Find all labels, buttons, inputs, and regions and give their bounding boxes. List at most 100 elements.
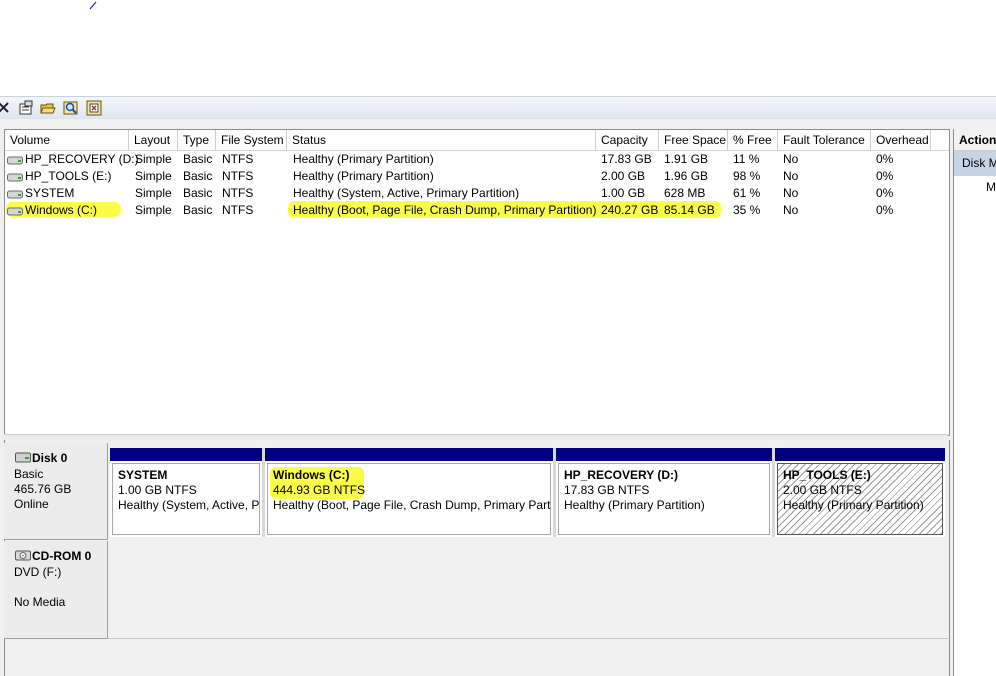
partition-name: SYSTEM xyxy=(118,468,168,482)
disk-size: 465.76 GB xyxy=(14,482,72,496)
open-folder-icon[interactable] xyxy=(40,100,56,116)
partition-body-selected: HP_TOOLS (E:) 2.00 GB NTFS Healthy (Prim… xyxy=(777,463,943,535)
partition-bar xyxy=(110,448,262,461)
cell-layout: Simple xyxy=(135,152,172,166)
list-header: Volume Layout Type File System Status Ca… xyxy=(5,130,949,151)
partition-bar xyxy=(775,448,945,461)
cell-file-system: NTFS xyxy=(222,152,254,166)
cell-free-space: 1.96 GB xyxy=(664,169,709,183)
cell-overhead: 0% xyxy=(876,203,894,217)
cell-capacity: 1.00 GB xyxy=(601,186,646,200)
partition-size: 17.83 GB NTFS xyxy=(564,483,650,497)
partition-status: Healthy (Boot, Page File, Crash Dump, Pr… xyxy=(273,498,551,512)
drive-icon xyxy=(7,173,23,182)
cell-free-space: 628 MB xyxy=(664,186,706,200)
volume-list[interactable]: Volume Layout Type File System Status Ca… xyxy=(4,129,950,436)
cell-volume: HP_TOOLS (E:) xyxy=(25,169,112,183)
pen-mark xyxy=(89,1,97,10)
partition-size: 444.93 GB NTFS xyxy=(273,483,366,497)
cell-percent-free: 35 % xyxy=(733,203,761,217)
partition-name: Windows (C:) xyxy=(273,468,350,482)
cell-volume: HP_RECOVERY (D:) xyxy=(25,152,139,166)
cell-percent-free: 98 % xyxy=(733,169,761,183)
table-row[interactable]: SYSTEM Simple Basic NTFS Healthy (System… xyxy=(5,185,949,202)
column-header-overhead[interactable]: Overhead xyxy=(871,130,931,150)
disk-name: Disk 0 xyxy=(32,451,68,465)
column-header-free-space[interactable]: Free Space xyxy=(659,130,728,150)
partition-status: Healthy (System, Active, P xyxy=(118,498,260,512)
properties-icon[interactable] xyxy=(18,100,34,116)
cell-status: Healthy (Primary Partition) xyxy=(293,169,434,183)
disk-0-label[interactable]: Disk 0 Basic 465.76 GB Online xyxy=(4,443,108,540)
cell-percent-free: 61 % xyxy=(733,186,761,200)
partition-hp-recovery[interactable]: HP_RECOVERY (D:) 17.83 GB NTFS Healthy (… xyxy=(556,448,772,537)
cell-type: Basic xyxy=(183,203,213,217)
cell-overhead: 0% xyxy=(876,152,894,166)
partition-windows[interactable]: Windows (C:) 444.93 GB NTFS Healthy (Boo… xyxy=(265,448,553,537)
column-header-layout[interactable]: Layout xyxy=(129,130,178,150)
column-header-percent-free[interactable]: % Free xyxy=(728,130,778,150)
actions-item-disk-management[interactable]: Disk Management xyxy=(954,151,996,176)
cell-fault-tolerance: No xyxy=(783,203,799,217)
cell-free-space: 85.14 GB xyxy=(664,203,715,217)
table-row[interactable]: HP_TOOLS (E:) Simple Basic NTFS Healthy … xyxy=(5,168,949,185)
cdrom-name: CD-ROM 0 xyxy=(32,549,92,563)
cell-volume: Windows (C:) xyxy=(25,203,98,217)
drive-icon xyxy=(7,190,23,199)
cell-status: Healthy (System, Active, Primary Partiti… xyxy=(293,186,520,200)
cell-type: Basic xyxy=(183,186,213,200)
cell-file-system: NTFS xyxy=(222,203,254,217)
actions-more-actions[interactable]: More Actions xyxy=(986,180,996,195)
row-divider xyxy=(108,638,948,639)
cdrom-0-label[interactable]: CD-ROM 0 DVD (F:) No Media xyxy=(4,541,108,639)
column-header-file-system[interactable]: File System xyxy=(216,130,287,150)
cell-fault-tolerance: No xyxy=(783,169,799,183)
partition-body: HP_RECOVERY (D:) 17.83 GB NTFS Healthy (… xyxy=(558,463,770,535)
column-header-type[interactable]: Type xyxy=(178,130,216,150)
partition-bar xyxy=(556,448,772,461)
drive-icon xyxy=(7,156,23,165)
table-row[interactable]: Windows (C:) Simple Basic NTFS Healthy (… xyxy=(5,202,949,219)
column-header-capacity[interactable]: Capacity xyxy=(596,130,659,150)
partition-name: HP_RECOVERY (D:) xyxy=(564,468,679,482)
cell-status: Healthy (Primary Partition) xyxy=(293,152,434,166)
cell-fault-tolerance: No xyxy=(783,186,799,200)
cell-type: Basic xyxy=(183,152,213,166)
cell-type: Basic xyxy=(183,169,213,183)
cell-percent-free: 11 % xyxy=(733,152,760,166)
partition-body: Windows (C:) 444.93 GB NTFS Healthy (Boo… xyxy=(267,463,551,535)
partition-bar xyxy=(265,448,553,461)
column-header-status[interactable]: Status xyxy=(287,130,596,150)
search-icon[interactable] xyxy=(63,100,79,116)
actions-pane: Actions Disk Management More Actions xyxy=(953,129,996,676)
disk-icon xyxy=(15,452,31,463)
drive-icon xyxy=(7,207,23,216)
cell-fault-tolerance: No xyxy=(783,152,799,166)
cell-file-system: NTFS xyxy=(222,186,254,200)
cell-layout: Simple xyxy=(135,169,172,183)
toolbar xyxy=(0,96,996,120)
cell-layout: Simple xyxy=(135,203,172,217)
disk-type: Basic xyxy=(14,467,44,481)
cell-capacity: 240.27 GB xyxy=(601,203,659,217)
actions-title: Actions xyxy=(954,129,996,151)
partition-system[interactable]: SYSTEM 1.00 GB NTFS Healthy (System, Act… xyxy=(110,448,262,537)
partition-size: 1.00 GB NTFS xyxy=(118,483,197,497)
partition-status: Healthy (Primary Partition) xyxy=(783,498,924,512)
column-header-volume[interactable]: Volume xyxy=(5,130,129,150)
column-header-fault-tolerance[interactable]: Fault Tolerance xyxy=(778,130,871,150)
partition-hp-tools[interactable]: HP_TOOLS (E:) 2.00 GB NTFS Healthy (Prim… xyxy=(775,448,945,537)
cdrom-type: DVD (F:) xyxy=(14,565,62,579)
cdrom-state: No Media xyxy=(14,595,66,609)
cell-layout: Simple xyxy=(135,186,172,200)
cell-volume: SYSTEM xyxy=(25,186,75,200)
partition-body: SYSTEM 1.00 GB NTFS Healthy (System, Act… xyxy=(112,463,260,535)
cell-overhead: 0% xyxy=(876,186,894,200)
help-icon[interactable] xyxy=(86,100,102,116)
close-icon[interactable] xyxy=(0,100,12,116)
cell-free-space: 1.91 GB xyxy=(664,152,709,166)
table-row[interactable]: HP_RECOVERY (D:) Simple Basic NTFS Healt… xyxy=(5,151,949,168)
cdrom-icon xyxy=(15,550,31,561)
cell-capacity: 17.83 GB xyxy=(601,152,652,166)
disk-state: Online xyxy=(14,497,49,511)
